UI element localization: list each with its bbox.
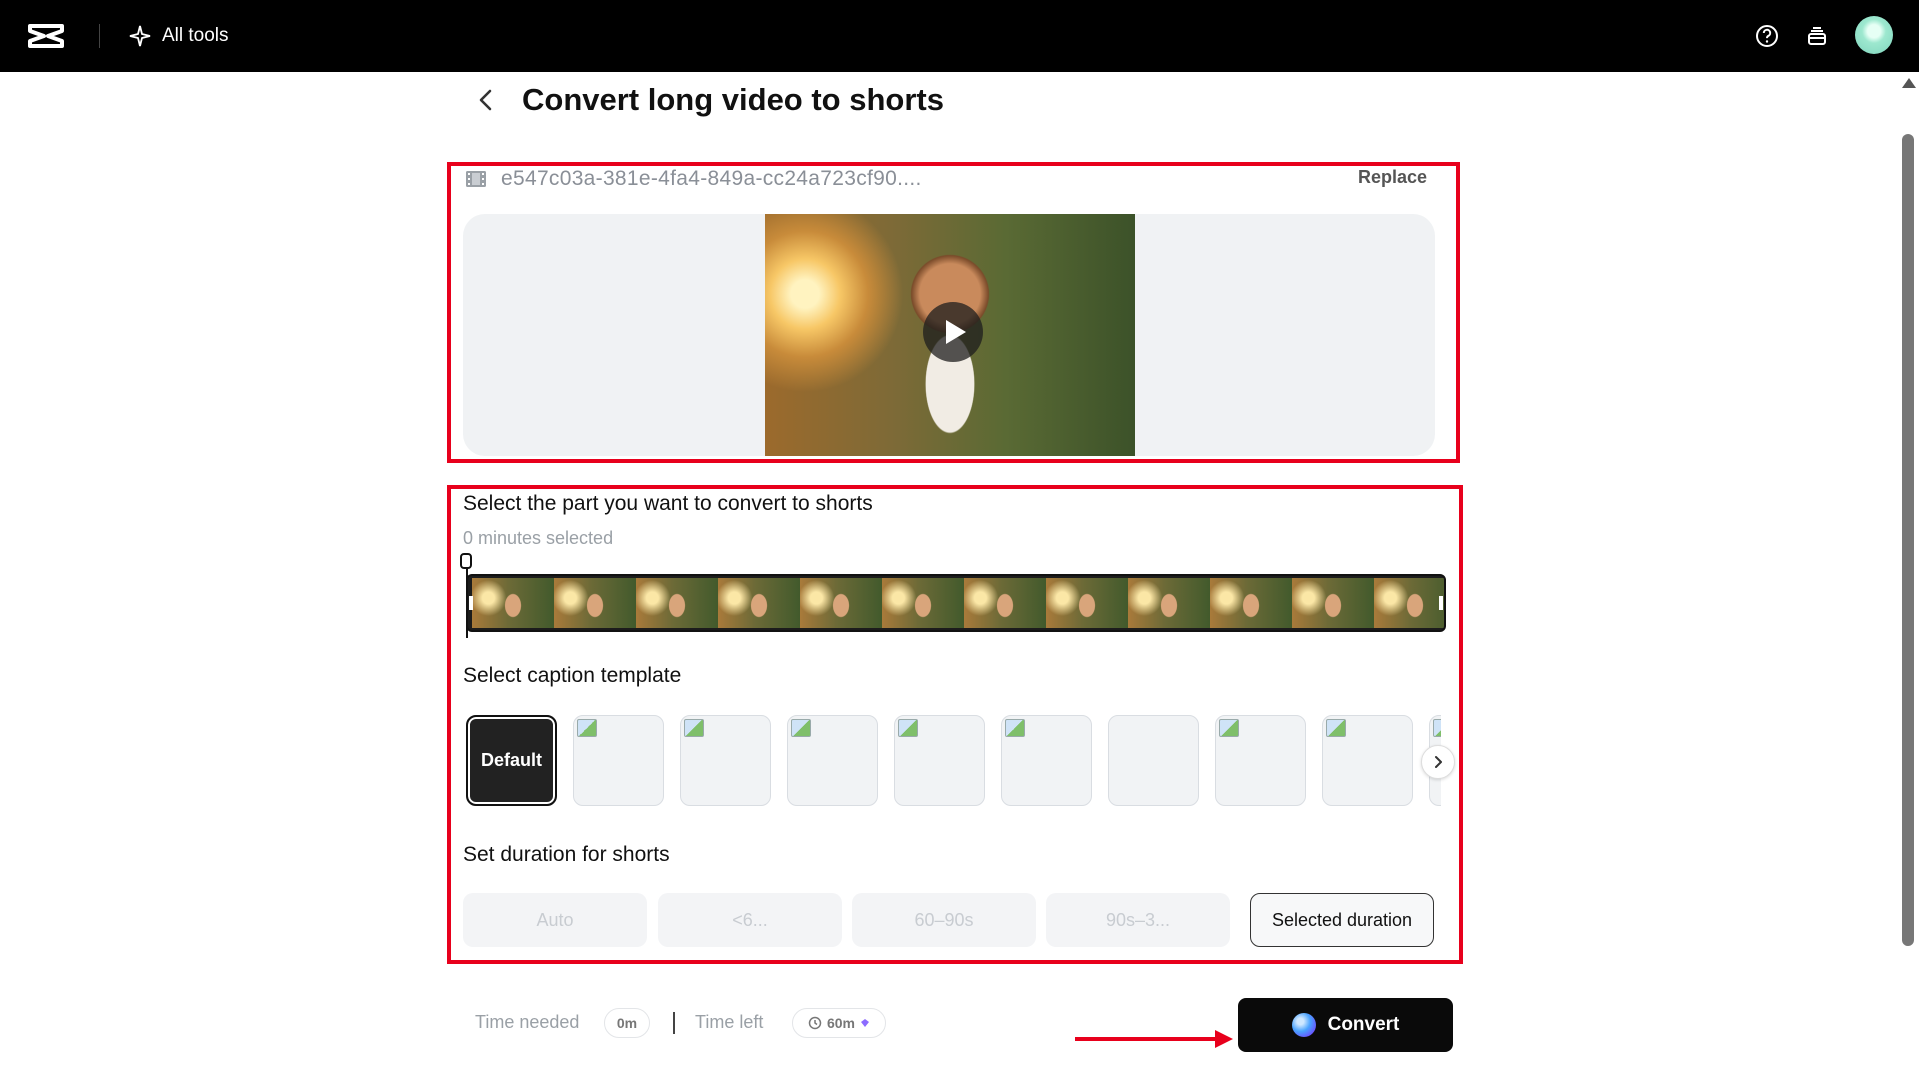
broken-image-icon — [684, 719, 704, 737]
chevron-right-icon — [1435, 756, 1442, 768]
file-row: e547c03a-381e-4fa4-849a-cc24a723cf90....… — [465, 164, 1445, 194]
caption-template[interactable] — [1322, 715, 1413, 806]
selection-title: Select the part you want to convert to s… — [463, 492, 873, 515]
annotation-arrow-head — [1215, 1030, 1233, 1048]
avatar[interactable] — [1855, 16, 1893, 54]
caption-template-list: Default — [466, 715, 1441, 809]
chevron-left-icon[interactable] — [470, 83, 504, 117]
convert-label: Convert — [1327, 1014, 1400, 1035]
caption-template[interactable] — [894, 715, 985, 806]
playhead-line[interactable] — [466, 562, 468, 638]
top-bar: All tools — [0, 0, 1919, 72]
timeline-frame — [964, 578, 1046, 628]
scroll-up-arrow[interactable] — [1902, 78, 1916, 88]
page-title: Convert long video to shorts — [522, 82, 944, 117]
duration-option-under-60[interactable]: <6... — [658, 893, 842, 947]
time-needed-value: 0m — [604, 1008, 650, 1038]
broken-image-icon — [1005, 719, 1025, 737]
replace-button[interactable]: Replace — [1358, 167, 1427, 188]
file-name: e547c03a-381e-4fa4-849a-cc24a723cf90.... — [501, 167, 922, 190]
timeline-frame — [800, 578, 882, 628]
timeline-frame — [1374, 578, 1444, 628]
time-left-value: 60m — [826, 1015, 856, 1031]
broken-image-icon — [577, 719, 597, 737]
time-needed-label: Time needed — [475, 1012, 580, 1032]
broken-image-icon — [1326, 719, 1346, 737]
convert-button[interactable]: Convert — [1238, 998, 1453, 1052]
stack-icon[interactable] — [1803, 22, 1831, 50]
timeline-frame — [718, 578, 800, 628]
scrollbar-thumb[interactable] — [1902, 134, 1914, 946]
broken-image-icon — [1219, 719, 1239, 737]
caption-template-default[interactable]: Default — [466, 715, 557, 806]
duration-title: Set duration for shorts — [463, 843, 670, 866]
time-left-label: Time left — [695, 1012, 764, 1032]
timeline-start-handle[interactable] — [469, 596, 473, 610]
timeline-frame — [472, 578, 554, 628]
caption-template[interactable] — [1108, 715, 1199, 806]
templates-next-button[interactable] — [1421, 745, 1455, 779]
film-icon — [466, 171, 486, 187]
video-timeline[interactable] — [466, 574, 1446, 632]
timeline-frame — [882, 578, 964, 628]
timeline-end-handle[interactable] — [1439, 596, 1443, 610]
timeline-frame — [1046, 578, 1128, 628]
timeline-frame — [636, 578, 718, 628]
caption-template[interactable] — [573, 715, 664, 806]
duration-option-60-90[interactable]: 60–90s — [852, 893, 1036, 947]
broken-image-icon — [791, 719, 811, 737]
help-circle-icon[interactable] — [1753, 22, 1781, 50]
time-left-pill: 60m — [792, 1008, 886, 1038]
broken-image-icon — [898, 719, 918, 737]
play-button[interactable] — [923, 302, 983, 362]
caption-template[interactable] — [680, 715, 771, 806]
capcut-logo-icon[interactable] — [26, 20, 66, 52]
caption-template[interactable] — [1215, 715, 1306, 806]
duration-option-90-180[interactable]: 90s–3... — [1046, 893, 1230, 947]
ai-orb-icon — [1291, 1013, 1316, 1037]
caption-title: Select caption template — [463, 664, 682, 687]
caption-template[interactable] — [1001, 715, 1092, 806]
minutes-selected: 0 minutes selected — [463, 528, 614, 548]
timeline-frame — [554, 578, 636, 628]
caption-template[interactable] — [787, 715, 878, 806]
duration-option-selected[interactable]: Selected duration — [1250, 893, 1434, 947]
all-tools-label: All tools — [162, 25, 229, 46]
divider — [673, 1012, 675, 1034]
duration-option-auto[interactable]: Auto — [463, 893, 647, 947]
annotation-arrow — [1075, 1037, 1220, 1041]
sparkle-icon — [129, 25, 151, 47]
clock-icon — [808, 1016, 822, 1030]
timeline-frame — [1210, 578, 1292, 628]
page-header: Convert long video to shorts — [470, 78, 944, 122]
all-tools-button[interactable]: All tools — [128, 18, 229, 54]
playhead-handle[interactable] — [460, 553, 472, 569]
default-template-label: Default — [480, 750, 542, 770]
divider — [99, 24, 100, 48]
diamond-icon — [861, 1019, 870, 1027]
timeline-frame — [1128, 578, 1210, 628]
timeline-frame — [1292, 578, 1374, 628]
video-preview — [463, 214, 1435, 456]
broken-image-icon — [1433, 719, 1441, 737]
